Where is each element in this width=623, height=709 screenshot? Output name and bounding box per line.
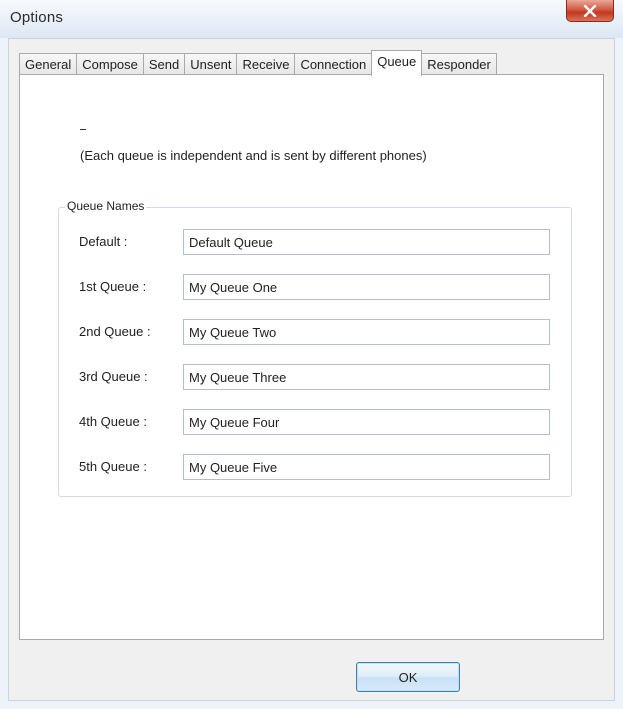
tab-strip: General Compose Send Unsent Receive Conn… [19, 50, 497, 76]
tab-queue[interactable]: Queue [371, 50, 423, 76]
tab-send[interactable]: Send [142, 53, 186, 75]
options-window: Options General Compose Send Unsent Rece… [0, 0, 623, 709]
tab-compose[interactable]: Compose [76, 53, 144, 75]
queue-label: Default : [79, 234, 128, 249]
queue-tab-panel: (Each queue is independent and is sent b… [19, 74, 604, 640]
title-bar[interactable]: Options [0, 0, 623, 38]
close-button[interactable] [566, 0, 614, 22]
queue-label: 5th Queue : [79, 459, 147, 474]
queue-label: 1st Queue : [79, 279, 147, 294]
queue-3-input[interactable] [183, 364, 550, 390]
window-title: Options [10, 9, 64, 26]
queue-label: 2nd Queue : [79, 324, 151, 339]
group-title: Queue Names [65, 199, 147, 213]
tab-unsent[interactable]: Unsent [184, 53, 238, 75]
dash-mark [80, 129, 86, 130]
queue-row-1st: 1st Queue : [59, 274, 571, 300]
queue-2-input[interactable] [183, 319, 550, 345]
queue-label: 4th Queue : [79, 414, 147, 429]
ok-button[interactable]: OK [356, 662, 460, 692]
tab-receive[interactable]: Receive [236, 53, 296, 75]
queue-4-input[interactable] [183, 409, 550, 435]
tab-responder[interactable]: Responder [421, 53, 497, 75]
queue-row-2nd: 2nd Queue : [59, 319, 571, 345]
queue-5-input[interactable] [183, 454, 550, 480]
queue-1-input[interactable] [183, 274, 550, 300]
queue-row-3rd: 3rd Queue : [59, 364, 571, 390]
tab-connection[interactable]: Connection [294, 53, 373, 75]
default-queue-input[interactable] [183, 229, 550, 255]
close-icon [583, 4, 597, 17]
queue-label: 3rd Queue : [79, 369, 148, 384]
queue-row-4th: 4th Queue : [59, 409, 571, 435]
tab-general[interactable]: General [19, 53, 78, 75]
queue-row-5th: 5th Queue : [59, 454, 571, 480]
queue-names-group: Queue Names Default : 1st Queue : 2nd Qu… [58, 199, 572, 497]
queue-row-default: Default : [59, 229, 571, 255]
queue-description: (Each queue is independent and is sent b… [80, 148, 427, 163]
